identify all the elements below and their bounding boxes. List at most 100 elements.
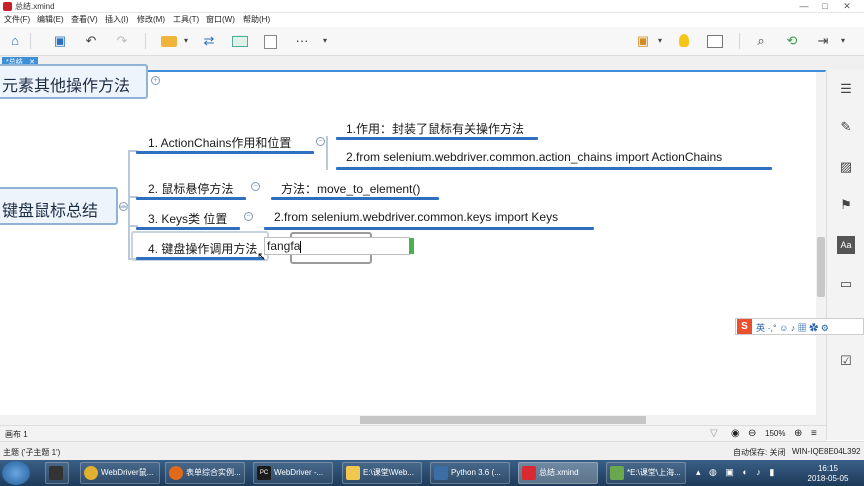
topic-node-other-methods[interactable]: 元素其他操作方法 [0, 64, 148, 99]
collapse-topic1-icon[interactable]: − [316, 137, 325, 146]
vertical-scroll-thumb[interactable] [817, 237, 825, 297]
subtopic-edit-input[interactable]: fangfa [264, 237, 410, 255]
menu-help[interactable]: 帮助(H) [243, 14, 270, 25]
topic-dropdown-icon[interactable]: ▾ [177, 32, 195, 50]
relationship-icon[interactable]: ⇄ [200, 32, 218, 50]
start-button[interactable] [2, 461, 30, 485]
filter-icon[interactable]: ▽ [710, 428, 718, 439]
comment-icon[interactable]: ▭ [837, 275, 855, 293]
share-icon[interactable]: ⟲ [783, 32, 801, 50]
ime-options[interactable]: 英 ·,° ☺ ♪ ▦ ✿ ⚙ [756, 321, 829, 334]
search-icon[interactable]: ⌕ [752, 32, 770, 50]
taskbar-clock[interactable]: 16:15 2018-05-05 [800, 464, 856, 484]
zoom-in-icon[interactable]: ⊕ [794, 428, 802, 439]
taskbar-item-explorer[interactable]: E:\课堂\Web... [342, 462, 422, 484]
export-icon[interactable]: ⇥ [814, 32, 832, 50]
menu-insert[interactable]: 插入(I) [105, 14, 129, 25]
image-icon[interactable]: ▨ [837, 158, 855, 176]
more-icon[interactable]: ··· [293, 32, 311, 50]
canvas-sheet-label[interactable]: 画布 1 [5, 429, 28, 440]
notes-icon[interactable] [264, 35, 277, 49]
branch-connector [120, 206, 128, 208]
selection-status: 主题 ('子主题 1') [3, 448, 61, 457]
maximize-button[interactable]: □ [818, 0, 832, 12]
title-bar: 总结.xmind — □ ✕ [0, 0, 864, 13]
window-title: 总结.xmind [15, 2, 55, 11]
text-caret [300, 240, 302, 253]
export-dropdown-icon[interactable]: ▾ [834, 32, 852, 50]
pycharm-icon: PC [257, 466, 271, 480]
topic-icon[interactable] [161, 36, 177, 47]
menu-view[interactable]: 查看(V) [71, 14, 98, 25]
edit-resize-handle[interactable] [409, 238, 414, 254]
redo-icon[interactable]: ↷ [113, 32, 131, 50]
taskbar-item-terminal[interactable] [45, 462, 69, 484]
outline-icon[interactable]: ☰ [837, 80, 855, 98]
topic-keyboard-method[interactable]: 4. 键盘操作调用方法 [148, 240, 257, 257]
subtopic-move-to-element[interactable]: 方法：move_to_element() [281, 180, 420, 197]
autosave-status[interactable]: 自动保存: 关闭 [733, 447, 785, 458]
undo-icon[interactable]: ↶ [82, 32, 100, 50]
zoom-out-icon[interactable]: ⊖ [748, 428, 756, 439]
task-icon[interactable]: ☑ [837, 352, 855, 370]
taskbar-item-firefox[interactable]: 表单综合实例... [165, 462, 245, 484]
subtopic-actionchains-purpose[interactable]: 1.作用：封装了鼠标有关操作方法 [346, 120, 524, 137]
sogou-logo-icon: S [737, 319, 752, 334]
more-dropdown-icon[interactable]: ▾ [316, 32, 334, 50]
menu-tools[interactable]: 工具(T) [173, 14, 199, 25]
presentation-dropdown-icon[interactable]: ▾ [651, 32, 669, 50]
menu-file[interactable]: 文件(F) [4, 14, 30, 25]
xmind-app-icon [3, 2, 12, 11]
lightbulb-icon[interactable] [679, 34, 689, 47]
topic-hover-method[interactable]: 2. 鼠标悬停方法 [148, 180, 233, 197]
minimize-button[interactable]: — [797, 0, 811, 12]
chrome-icon [84, 466, 98, 480]
topic-underline [136, 227, 240, 230]
taskbar-item-label: WebDriver -... [274, 468, 324, 477]
menu-edit[interactable]: 编辑(E) [37, 14, 64, 25]
save-icon[interactable]: ▣ [51, 32, 69, 50]
boundary-icon[interactable] [232, 36, 248, 47]
topic-underline [136, 151, 314, 154]
menu-modify[interactable]: 修改(M) [137, 14, 165, 25]
close-button[interactable]: ✕ [840, 0, 854, 12]
branch-connector [128, 150, 130, 260]
layout-icon[interactable] [707, 35, 723, 48]
font-icon[interactable]: Aa [837, 236, 855, 254]
zoom-level[interactable]: 150% [765, 429, 785, 438]
horizontal-scroll-thumb[interactable] [360, 416, 646, 424]
topic-underline [336, 137, 538, 140]
system-tray-icons[interactable]: ▴ ◍ ▣ ◐ ♪ ▮ [696, 467, 792, 479]
add-topic-icon[interactable]: + [151, 76, 160, 85]
topic-keys-location[interactable]: 3. Keys类 位置 [148, 210, 227, 227]
taskbar-item-pycharm[interactable]: PC WebDriver -... [253, 462, 333, 484]
horizontal-scrollbar[interactable] [0, 415, 826, 425]
taskbar-item-python[interactable]: Python 3.6 (... [430, 462, 510, 484]
topic-underline [136, 257, 264, 260]
windows-taskbar: WebDriver鼠... 表单综合实例... PC WebDriver -...… [0, 460, 864, 486]
collapse-topic3-icon[interactable]: − [244, 212, 253, 221]
ime-toolbar[interactable]: S 英 ·,° ☺ ♪ ▦ ✿ ⚙ [735, 318, 864, 335]
home-icon[interactable]: ⌂ [6, 32, 24, 50]
taskbar-item-notepad[interactable]: *E:\课堂\上海... [606, 462, 686, 484]
vertical-scrollbar[interactable] [816, 72, 826, 415]
taskbar-item-xmind[interactable]: 总结.xmind [518, 462, 598, 484]
marker-flag-icon[interactable]: ⚑ [837, 196, 855, 214]
subtopic-keys-import[interactable]: 2.from selenium.webdriver.common.keys im… [274, 210, 558, 224]
topic-actionchains[interactable]: 1. ActionChains作用和位置 [148, 134, 291, 151]
clock-time: 16:15 [817, 464, 839, 473]
presentation-icon[interactable]: ▣ [634, 32, 652, 50]
menu-window[interactable]: 窗口(W) [206, 14, 235, 25]
topic-underline [136, 197, 246, 200]
branch-connector [326, 136, 328, 170]
subtopic-edit-text: fangfa [267, 239, 301, 253]
collapse-topic2-icon[interactable]: − [251, 182, 260, 191]
eye-icon[interactable]: ◉ [731, 428, 740, 439]
fit-icon[interactable]: ≡ [811, 428, 817, 439]
taskbar-item-chrome[interactable]: WebDriver鼠... [80, 462, 160, 484]
format-brush-icon[interactable]: ✎ [837, 118, 855, 136]
clock-date: 2018-05-05 [807, 474, 849, 483]
central-topic-node[interactable]: 键盘鼠标总结 [0, 187, 118, 225]
toolbar-separator [145, 33, 146, 49]
subtopic-actionchains-import[interactable]: 2.from selenium.webdriver.common.action_… [346, 150, 722, 164]
